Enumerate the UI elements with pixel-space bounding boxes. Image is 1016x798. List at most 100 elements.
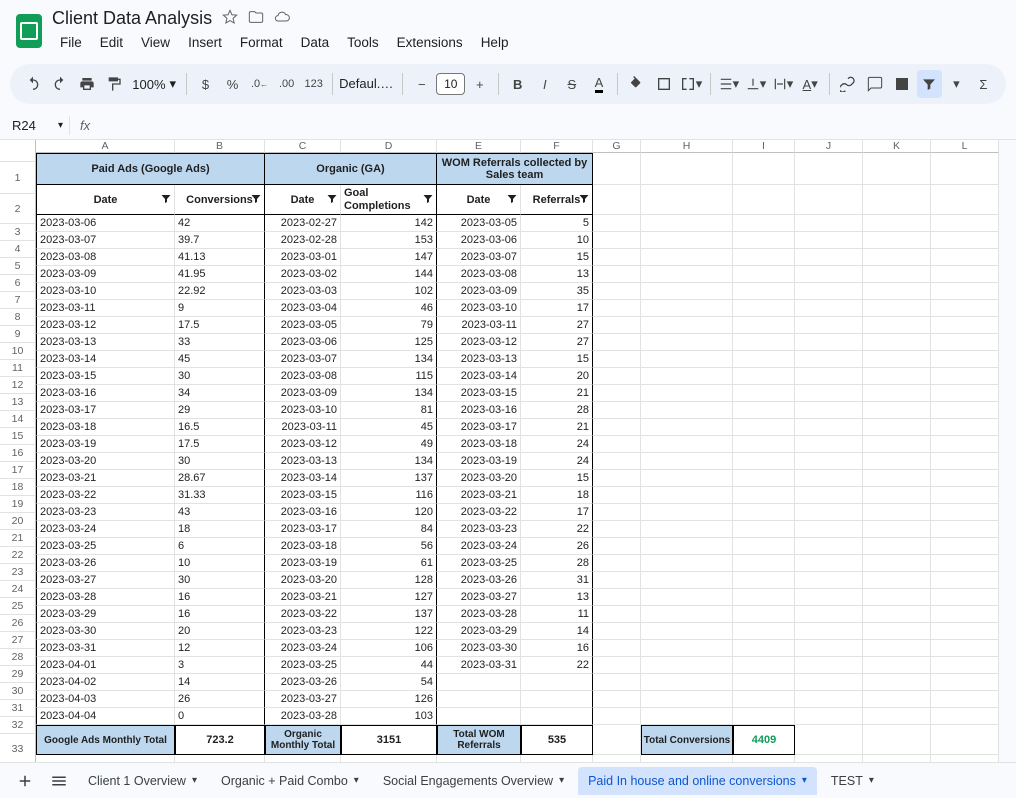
sheet-tab[interactable]: Social Engagements Overview▾ bbox=[373, 767, 574, 795]
cell[interactable]: 27 bbox=[521, 334, 593, 351]
section-header-organic[interactable]: Organic (GA) bbox=[265, 153, 437, 185]
cell[interactable] bbox=[593, 487, 641, 504]
cell[interactable]: 2023-02-28 bbox=[265, 232, 341, 249]
cell[interactable] bbox=[931, 640, 999, 657]
font-size-input[interactable]: 10 bbox=[436, 73, 465, 95]
cell[interactable]: 20 bbox=[175, 623, 265, 640]
row-header[interactable]: 2 bbox=[0, 194, 36, 224]
cell[interactable] bbox=[795, 453, 863, 470]
cell[interactable]: 24 bbox=[521, 436, 593, 453]
cell[interactable]: 79 bbox=[341, 317, 437, 334]
cell[interactable] bbox=[593, 691, 641, 708]
cell[interactable]: 2023-03-26 bbox=[36, 555, 175, 572]
cell[interactable]: 2023-03-13 bbox=[437, 351, 521, 368]
cell[interactable]: 18 bbox=[175, 521, 265, 538]
cell[interactable]: 2023-03-20 bbox=[437, 470, 521, 487]
cell[interactable]: 2023-03-06 bbox=[265, 334, 341, 351]
menu-edit[interactable]: Edit bbox=[92, 31, 131, 54]
cell[interactable]: 11 bbox=[521, 606, 593, 623]
cell[interactable] bbox=[863, 368, 931, 385]
cell[interactable]: 2023-03-27 bbox=[36, 572, 175, 589]
cell[interactable] bbox=[641, 266, 733, 283]
cell[interactable]: 2023-03-22 bbox=[265, 606, 341, 623]
total-wom[interactable]: 535 bbox=[521, 725, 593, 755]
cell[interactable]: 2023-03-28 bbox=[265, 708, 341, 725]
menu-data[interactable]: Data bbox=[293, 31, 338, 54]
row-header[interactable]: 28 bbox=[0, 649, 36, 666]
cell[interactable]: 2023-03-20 bbox=[265, 572, 341, 589]
cell[interactable] bbox=[593, 402, 641, 419]
star-icon[interactable] bbox=[222, 9, 238, 28]
filter-icon[interactable] bbox=[160, 192, 172, 207]
cell[interactable] bbox=[931, 538, 999, 555]
cell[interactable] bbox=[931, 555, 999, 572]
cell[interactable] bbox=[863, 300, 931, 317]
cell[interactable]: 2023-04-04 bbox=[36, 708, 175, 725]
cell[interactable] bbox=[795, 470, 863, 487]
cell[interactable] bbox=[795, 691, 863, 708]
cell[interactable]: 30 bbox=[175, 368, 265, 385]
cell[interactable] bbox=[593, 185, 641, 215]
row-header[interactable]: 1 bbox=[0, 162, 36, 194]
cell[interactable]: 2023-03-10 bbox=[36, 283, 175, 300]
cell[interactable] bbox=[437, 708, 521, 725]
cell[interactable] bbox=[931, 623, 999, 640]
cell[interactable]: 39.7 bbox=[175, 232, 265, 249]
cell[interactable] bbox=[795, 249, 863, 266]
row-header[interactable]: 19 bbox=[0, 496, 36, 513]
cell[interactable] bbox=[593, 385, 641, 402]
cell[interactable]: 2023-03-22 bbox=[36, 487, 175, 504]
cell[interactable] bbox=[733, 185, 795, 215]
cell[interactable] bbox=[641, 691, 733, 708]
cell[interactable]: 2023-03-18 bbox=[265, 538, 341, 555]
cell[interactable]: 13 bbox=[521, 589, 593, 606]
cell[interactable] bbox=[641, 572, 733, 589]
cell[interactable] bbox=[593, 657, 641, 674]
row-header[interactable]: 11 bbox=[0, 360, 36, 377]
cell[interactable]: 2023-03-26 bbox=[265, 674, 341, 691]
cell[interactable] bbox=[437, 674, 521, 691]
cell[interactable]: 26 bbox=[521, 538, 593, 555]
row-header[interactable]: 30 bbox=[0, 683, 36, 700]
move-icon[interactable] bbox=[248, 9, 264, 28]
font-select[interactable]: Defaul... ▾ bbox=[339, 76, 396, 92]
row-header[interactable]: 31 bbox=[0, 700, 36, 717]
cell[interactable]: 2023-03-14 bbox=[265, 470, 341, 487]
cell[interactable] bbox=[795, 589, 863, 606]
cell[interactable] bbox=[733, 153, 795, 185]
row-header[interactable]: 10 bbox=[0, 343, 36, 360]
cell[interactable]: 2023-03-14 bbox=[36, 351, 175, 368]
cell[interactable]: 41.95 bbox=[175, 266, 265, 283]
row-header[interactable]: 9 bbox=[0, 326, 36, 343]
cell[interactable]: 120 bbox=[341, 504, 437, 521]
cell[interactable]: 128 bbox=[341, 572, 437, 589]
col-header[interactable]: J bbox=[795, 140, 863, 153]
cell[interactable]: 56 bbox=[341, 538, 437, 555]
cell[interactable] bbox=[931, 572, 999, 589]
cell[interactable] bbox=[795, 232, 863, 249]
cell[interactable] bbox=[641, 334, 733, 351]
cell[interactable] bbox=[795, 385, 863, 402]
cell[interactable]: 134 bbox=[341, 453, 437, 470]
cell[interactable]: 2023-03-11 bbox=[36, 300, 175, 317]
cell[interactable] bbox=[733, 317, 795, 334]
cell[interactable]: 31 bbox=[521, 572, 593, 589]
cell[interactable]: 2023-03-14 bbox=[437, 368, 521, 385]
cell[interactable]: 2023-03-24 bbox=[265, 640, 341, 657]
cell[interactable] bbox=[863, 283, 931, 300]
cell[interactable] bbox=[795, 504, 863, 521]
cell[interactable]: 26 bbox=[175, 691, 265, 708]
cell[interactable]: 2023-03-28 bbox=[36, 589, 175, 606]
cell[interactable] bbox=[863, 606, 931, 623]
cell[interactable] bbox=[931, 334, 999, 351]
cell[interactable] bbox=[931, 317, 999, 334]
filter-icon[interactable] bbox=[326, 192, 338, 207]
filter-icon[interactable] bbox=[506, 192, 518, 207]
cell[interactable] bbox=[641, 453, 733, 470]
cell[interactable] bbox=[641, 385, 733, 402]
cell[interactable]: 2023-04-01 bbox=[36, 657, 175, 674]
cell[interactable] bbox=[593, 368, 641, 385]
cell[interactable]: 10 bbox=[521, 232, 593, 249]
cell[interactable]: 122 bbox=[341, 623, 437, 640]
cell[interactable] bbox=[593, 419, 641, 436]
